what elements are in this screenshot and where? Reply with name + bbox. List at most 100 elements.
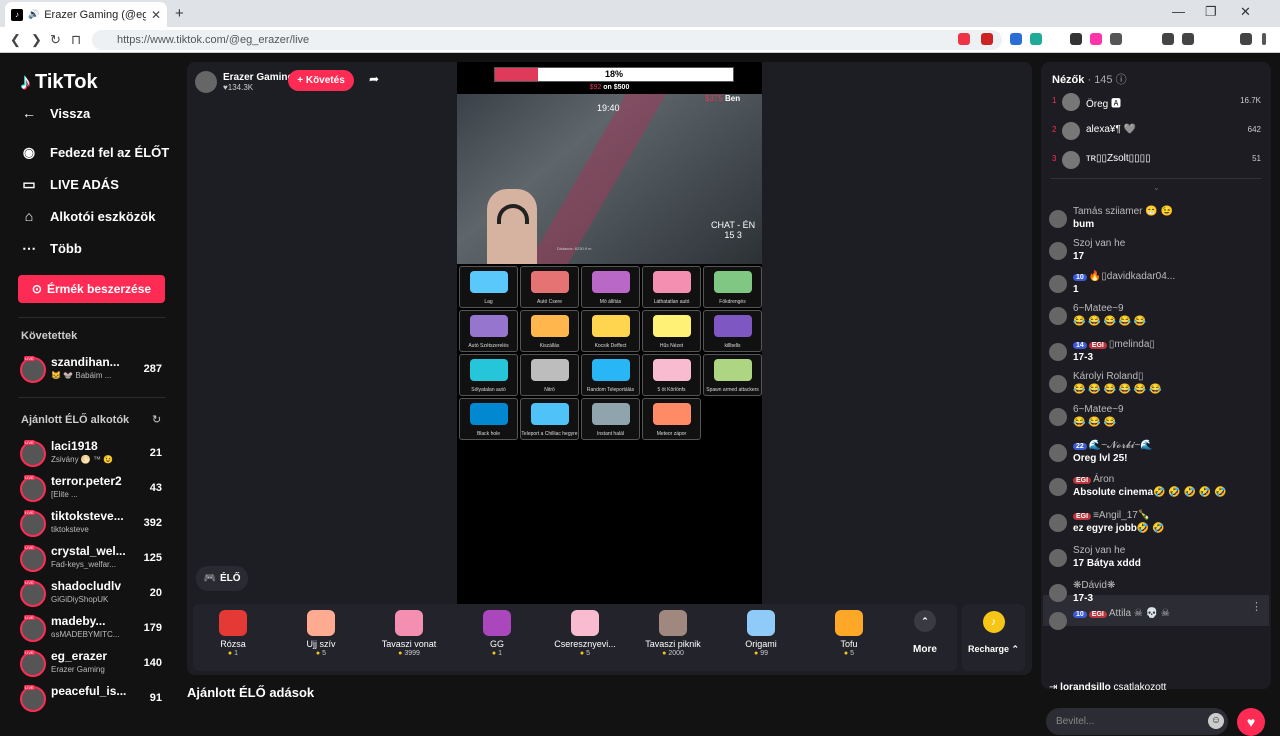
forward-icon[interactable]: ❯ bbox=[31, 32, 42, 48]
viewer-count: 43 bbox=[149, 482, 162, 494]
sidebar-icon[interactable] bbox=[1182, 33, 1194, 45]
gift-item[interactable]: Tavaszi vonat3999 bbox=[369, 610, 449, 657]
gift-item[interactable]: Rózsa1 bbox=[193, 610, 273, 657]
top-viewer[interactable]: 2 alexa¥¶ 🩶 642 bbox=[1051, 121, 1261, 141]
extension-icon[interactable] bbox=[958, 33, 970, 45]
chat-text: 17-3 bbox=[1073, 352, 1094, 363]
chat-message[interactable]: Károlyi Roland▯ 😂 😂 😂 😂 😂 😂 bbox=[1049, 371, 1264, 401]
close-window-icon[interactable]: ✕ bbox=[1240, 4, 1251, 20]
chat-message[interactable]: 10 EGI Attila ☠ 💀 ☠ bbox=[1049, 608, 1264, 638]
following-account[interactable]: szandihan... 😸 🐭 Babáim ... 287 bbox=[20, 355, 168, 385]
recommended-account[interactable]: eg_erazer Erazer Gaming 140 bbox=[20, 649, 168, 679]
extension-icon[interactable] bbox=[1030, 33, 1042, 45]
nav-go-live[interactable]: ▭ LIVE ADÁS bbox=[20, 176, 118, 193]
chat-input[interactable]: Bevitel... bbox=[1046, 708, 1228, 735]
chat-username: Szoj van he bbox=[1073, 238, 1125, 249]
refresh-icon[interactable]: ↻ bbox=[152, 413, 161, 426]
gift-item[interactable]: Origami99 bbox=[721, 610, 801, 657]
nav-explore-live[interactable]: ◉ Fedezd fel az ÉLŐT bbox=[20, 144, 169, 161]
chat-message[interactable]: 10 🔥▯davidkadar04... 1 bbox=[1049, 271, 1264, 301]
shield-icon[interactable] bbox=[1240, 33, 1252, 45]
minimize-icon[interactable]: — bbox=[1172, 4, 1185, 19]
chat-username: EGI ≡Angil_17🍾 bbox=[1073, 510, 1150, 521]
close-tab-icon[interactable]: ✕ bbox=[151, 8, 161, 22]
video-player[interactable]: 18% $92 on $500 Distance: 6230.9 m 19:40… bbox=[457, 62, 762, 604]
reload-icon[interactable]: ↻ bbox=[50, 32, 61, 48]
extension-icon[interactable] bbox=[1090, 33, 1102, 45]
info-icon[interactable]: ⓘ bbox=[1116, 74, 1127, 86]
chat-message[interactable]: Szoj van he 17 bbox=[1049, 238, 1264, 268]
chat-score-values: 15 3 bbox=[724, 230, 742, 240]
recommended-account[interactable]: crystal_wel... Fad-keys_welfar... 125 bbox=[20, 544, 168, 574]
action-tile: Kocsik Deffect bbox=[581, 310, 640, 352]
chat-message[interactable]: EGI Áron Absolute cinema🤣 🤣 🤣 🤣 🤣 bbox=[1049, 474, 1264, 504]
extension-icon[interactable] bbox=[981, 33, 993, 45]
back-icon[interactable]: ❮ bbox=[10, 32, 21, 48]
streamer-info[interactable]: Erazer Gaming ♥134.3K bbox=[195, 71, 294, 93]
gift-item[interactable]: Cseresznyevi...5 bbox=[545, 610, 625, 657]
gift-item[interactable]: GG1 bbox=[457, 610, 537, 657]
chat-message[interactable]: Tamás sziiamer 😁 😉 bum bbox=[1049, 206, 1264, 236]
extension-icon[interactable] bbox=[1070, 33, 1082, 45]
follow-button[interactable]: + Követés bbox=[288, 70, 354, 91]
chat-message[interactable]: 22 🌊~𝓝𝓸𝓻𝓫𝓲~🌊 Oreg lvl 25! bbox=[1049, 440, 1264, 470]
tile-image bbox=[653, 359, 691, 381]
share-icon[interactable]: ➦ bbox=[369, 72, 379, 86]
recommended-account[interactable]: terror.peter2 [Elite ... 43 bbox=[20, 474, 168, 504]
emoji-icon[interactable]: ☺ bbox=[1208, 713, 1224, 729]
tiktok-logo[interactable]: ♪ TikTok bbox=[20, 69, 98, 95]
top-viewer[interactable]: 1 Öreg 🅰 16.7K bbox=[1051, 92, 1261, 112]
restore-icon[interactable]: ❐ bbox=[1205, 4, 1217, 20]
gift-item[interactable]: Tofu5 bbox=[809, 610, 889, 657]
gift-item[interactable]: Tavaszi piknik2000 bbox=[633, 610, 713, 657]
tile-image bbox=[653, 403, 691, 425]
tile-image bbox=[653, 315, 691, 337]
live-chip[interactable]: 🎮 ÉLŐ bbox=[196, 566, 248, 591]
recommended-account[interactable]: peaceful_is... 91 bbox=[20, 684, 168, 714]
chat-message[interactable]: 14 EGI ▯melinda▯ 17-3 bbox=[1049, 339, 1264, 369]
browser-tab[interactable]: ♪ 🔊 Erazer Gaming (@eg_erazer) | ✕ bbox=[5, 2, 167, 27]
chat-message[interactable]: 6~Matee~9 😂 😂 😂 bbox=[1049, 404, 1264, 434]
nav-more[interactable]: ⋯ Több bbox=[20, 240, 82, 257]
tile-image bbox=[653, 271, 691, 293]
chevron-down-icon[interactable]: ⌄ bbox=[1153, 183, 1160, 192]
gift-name: Rózsa bbox=[220, 639, 246, 649]
chat-message[interactable]: Szoj van he 17 Bátya xddd bbox=[1049, 545, 1264, 575]
chat-message[interactable]: ❋Dávid❋ 17-3 bbox=[1049, 580, 1264, 610]
recommended-account[interactable]: tiktoksteve... tiktoksteve 392 bbox=[20, 509, 168, 539]
avatar bbox=[1049, 307, 1067, 325]
viewer-rank: 3 bbox=[1052, 154, 1057, 163]
chat-text: 😂 😂 😂 😂 😂 bbox=[1073, 316, 1147, 327]
tile-image bbox=[531, 271, 569, 293]
url-input[interactable]: https://www.tiktok.com/@eg_erazer/live bbox=[92, 30, 1002, 50]
menu-dots-icon[interactable] bbox=[1262, 33, 1266, 45]
nav-creator-tools[interactable]: ⌂ Alkotói eszközök bbox=[20, 208, 156, 224]
recommended-lives-title: Ajánlott ÉLŐ adások bbox=[187, 685, 315, 700]
chat-message[interactable]: 6~Matee~9 😂 😂 😂 😂 😂 bbox=[1049, 303, 1264, 333]
extension-icon[interactable] bbox=[1110, 33, 1122, 45]
chat-username: Károlyi Roland▯ bbox=[1073, 371, 1144, 382]
back-link[interactable]: ← Vissza bbox=[20, 105, 90, 121]
media-icon[interactable] bbox=[1162, 33, 1174, 45]
get-coins-button[interactable]: ⊙ Érmék beszerzése bbox=[18, 275, 165, 303]
recommended-account[interactable]: madeby... ɢsMADEBYMITC... 179 bbox=[20, 614, 168, 644]
more-gifts-button[interactable]: ⌃ More bbox=[905, 610, 945, 655]
avatar bbox=[20, 475, 46, 502]
chat-message[interactable]: EGI ≡Angil_17🍾 ez egyre jobb🤣 🤣 bbox=[1049, 510, 1264, 540]
avatar bbox=[20, 440, 46, 467]
recharge-button[interactable]: ♪ Recharge ⌃ bbox=[962, 604, 1025, 671]
get-coins-label: Érmék beszerzése bbox=[46, 282, 152, 296]
recommended-account[interactable]: shadocludlv GiGiDiyShopUK 20 bbox=[20, 579, 168, 609]
top-viewer[interactable]: 3 ᴛʀ▯▯Zsolt▯▯▯▯ 51 bbox=[1051, 150, 1261, 170]
recommended-account[interactable]: laci1918 Zsivány 🌕 ™ 😉 21 bbox=[20, 439, 168, 469]
like-heart-button[interactable]: ♥ bbox=[1237, 708, 1265, 736]
bookmark-icon[interactable]: ⊓ bbox=[71, 32, 81, 48]
avatar bbox=[1049, 275, 1067, 293]
tile-image bbox=[531, 403, 569, 425]
fan-badge: EGI bbox=[1088, 342, 1107, 349]
new-tab-icon[interactable]: + bbox=[175, 5, 184, 22]
extension-icon[interactable] bbox=[1010, 33, 1022, 45]
goal-target: on $500 bbox=[601, 84, 630, 91]
gift-item[interactable]: Ujj szív5 bbox=[281, 610, 361, 657]
chat-username: 6~Matee~9 bbox=[1073, 404, 1124, 415]
